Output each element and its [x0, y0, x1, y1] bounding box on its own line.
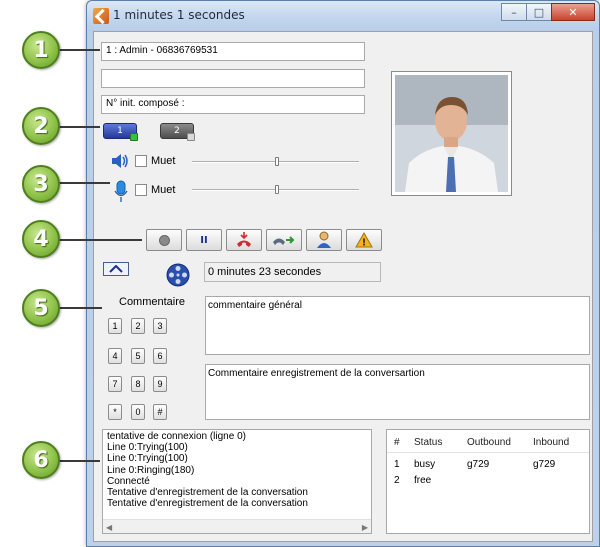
window-controls: – □ ✕	[501, 3, 595, 21]
keypad-7-button[interactable]: 7	[108, 376, 122, 392]
speaker-mute-checkbox[interactable]	[135, 155, 147, 167]
log-line: Line 0:Trying(100)	[107, 453, 188, 465]
general-comment-textarea[interactable]: commentaire général	[205, 296, 590, 355]
contact-photo	[395, 75, 508, 192]
scroll-left-icon[interactable]: ◀	[106, 522, 112, 533]
line-2-status-icon	[187, 133, 195, 141]
callout-3: 3	[22, 165, 60, 203]
keypad-hash-button[interactable]: #	[153, 404, 167, 420]
callout-6: 6	[22, 441, 60, 479]
column-header-status: Status	[414, 437, 443, 448]
contact-icon	[317, 231, 331, 248]
warning-mark: !	[362, 238, 367, 249]
microphone-volume-thumb[interactable]	[275, 185, 279, 194]
warning-icon: !	[355, 232, 373, 248]
scroll-right-icon[interactable]: ▶	[362, 522, 368, 533]
transfer-button[interactable]	[266, 229, 302, 251]
keypad-4-button[interactable]: 4	[108, 348, 122, 364]
callout-2-pointer	[56, 126, 100, 128]
recording-reel-icon	[166, 263, 190, 287]
log-line: Line 0:Ringing(180)	[107, 464, 195, 476]
minimize-button[interactable]: –	[501, 3, 527, 21]
log-line: Connecté	[107, 475, 150, 487]
initial-number-field[interactable]: N° init. composé :	[101, 95, 365, 114]
keypad-3-button[interactable]: 3	[153, 318, 167, 334]
line-2-button[interactable]: 2	[160, 123, 195, 141]
transfer-icon	[273, 236, 295, 245]
keypad-8-button[interactable]: 8	[131, 376, 145, 392]
column-header-number: #	[394, 437, 400, 448]
client-area: 1 : Admin - 06836769531 N° init. composé…	[93, 31, 593, 542]
table-cell: 2	[394, 475, 400, 486]
empty-field[interactable]	[101, 69, 365, 88]
event-log[interactable]: tentative de connexion (ligne 0) Line 0:…	[102, 429, 372, 534]
comment-label: Commentaire	[119, 296, 186, 308]
speaker-icon	[112, 154, 128, 168]
microphone-mute-checkbox[interactable]	[135, 184, 147, 196]
callout-5-pointer	[56, 307, 102, 309]
keypad-0-button[interactable]: 0	[131, 404, 145, 420]
header-divider	[387, 452, 589, 453]
title-bar[interactable]: 1 minutes 1 secondes – □ ✕	[87, 1, 599, 31]
record-icon	[158, 234, 170, 246]
line-1-button[interactable]: 1	[103, 123, 138, 141]
hangup-button[interactable]	[226, 229, 262, 251]
keypad-9-button[interactable]: 9	[153, 376, 167, 392]
column-header-inbound: Inbound	[533, 437, 570, 448]
callout-4: 4	[22, 220, 60, 258]
contact-button[interactable]	[306, 229, 342, 251]
chevron-up-icon	[109, 265, 123, 273]
log-line: tentative de connexion (ligne 0)	[107, 431, 246, 442]
call-window: 1 minutes 1 secondes – □ ✕ 1 : Admin - 0…	[86, 0, 600, 547]
line-status-table: # Status Outbound Inbound 1 busy g729 g7…	[386, 429, 590, 534]
table-cell: g729	[533, 459, 556, 470]
callout-3-pointer	[56, 182, 110, 184]
keypad-1-button[interactable]: 1	[108, 318, 122, 334]
collapse-button[interactable]	[103, 262, 129, 276]
record-button[interactable]	[146, 229, 182, 251]
caller-field[interactable]: 1 : Admin - 06836769531	[101, 42, 365, 61]
line-1-label: 1	[117, 126, 123, 136]
table-cell: busy	[414, 459, 436, 470]
keypad-2-button[interactable]: 2	[131, 318, 145, 334]
microphone-icon	[114, 180, 128, 202]
line-1-status-icon	[130, 133, 138, 141]
speaker-volume-thumb[interactable]	[275, 157, 279, 166]
callout-1-pointer	[56, 49, 100, 51]
app-icon	[93, 8, 109, 24]
callout-5: 5	[22, 289, 60, 327]
log-line: Tentative d'enregistrement de la convers…	[107, 487, 308, 499]
keypad-5-button[interactable]: 5	[131, 348, 145, 364]
log-line: Line 0:Trying(100)	[107, 442, 188, 454]
callout-4-pointer	[56, 239, 142, 241]
column-header-outbound: Outbound	[467, 437, 511, 448]
table-cell: free	[414, 475, 432, 486]
pause-button[interactable]: II	[186, 229, 222, 251]
callout-2: 2	[22, 107, 60, 145]
table-cell: g729	[467, 459, 490, 470]
pause-icon: II	[200, 234, 208, 246]
close-button[interactable]: ✕	[551, 3, 595, 21]
callout-1: 1	[22, 31, 60, 69]
recording-comment-textarea[interactable]: Commentaire enregistrement de la convers…	[205, 364, 590, 420]
speaker-mute-label: Muet	[151, 155, 176, 167]
log-line: Tentative d'enregistrement de la convers…	[107, 498, 308, 510]
table-cell: 1	[394, 459, 400, 470]
contact-photo-image	[395, 75, 508, 192]
microphone-mute-label: Muet	[151, 184, 176, 196]
window-title: 1 minutes 1 secondes	[113, 8, 245, 22]
call-duration-display: 0 minutes 23 secondes	[204, 262, 381, 282]
line-2-label: 2	[174, 126, 180, 136]
maximize-button[interactable]: □	[526, 3, 552, 21]
keypad-star-button[interactable]: *	[108, 404, 122, 420]
stage: 1 minutes 1 secondes – □ ✕ 1 : Admin - 0…	[0, 0, 600, 547]
log-horizontal-scrollbar[interactable]: ◀ ▶	[103, 519, 371, 533]
hangup-icon	[237, 232, 251, 247]
callout-6-pointer	[56, 460, 100, 462]
keypad-6-button[interactable]: 6	[153, 348, 167, 364]
alert-button[interactable]: !	[346, 229, 382, 251]
contact-photo-frame	[391, 71, 512, 196]
